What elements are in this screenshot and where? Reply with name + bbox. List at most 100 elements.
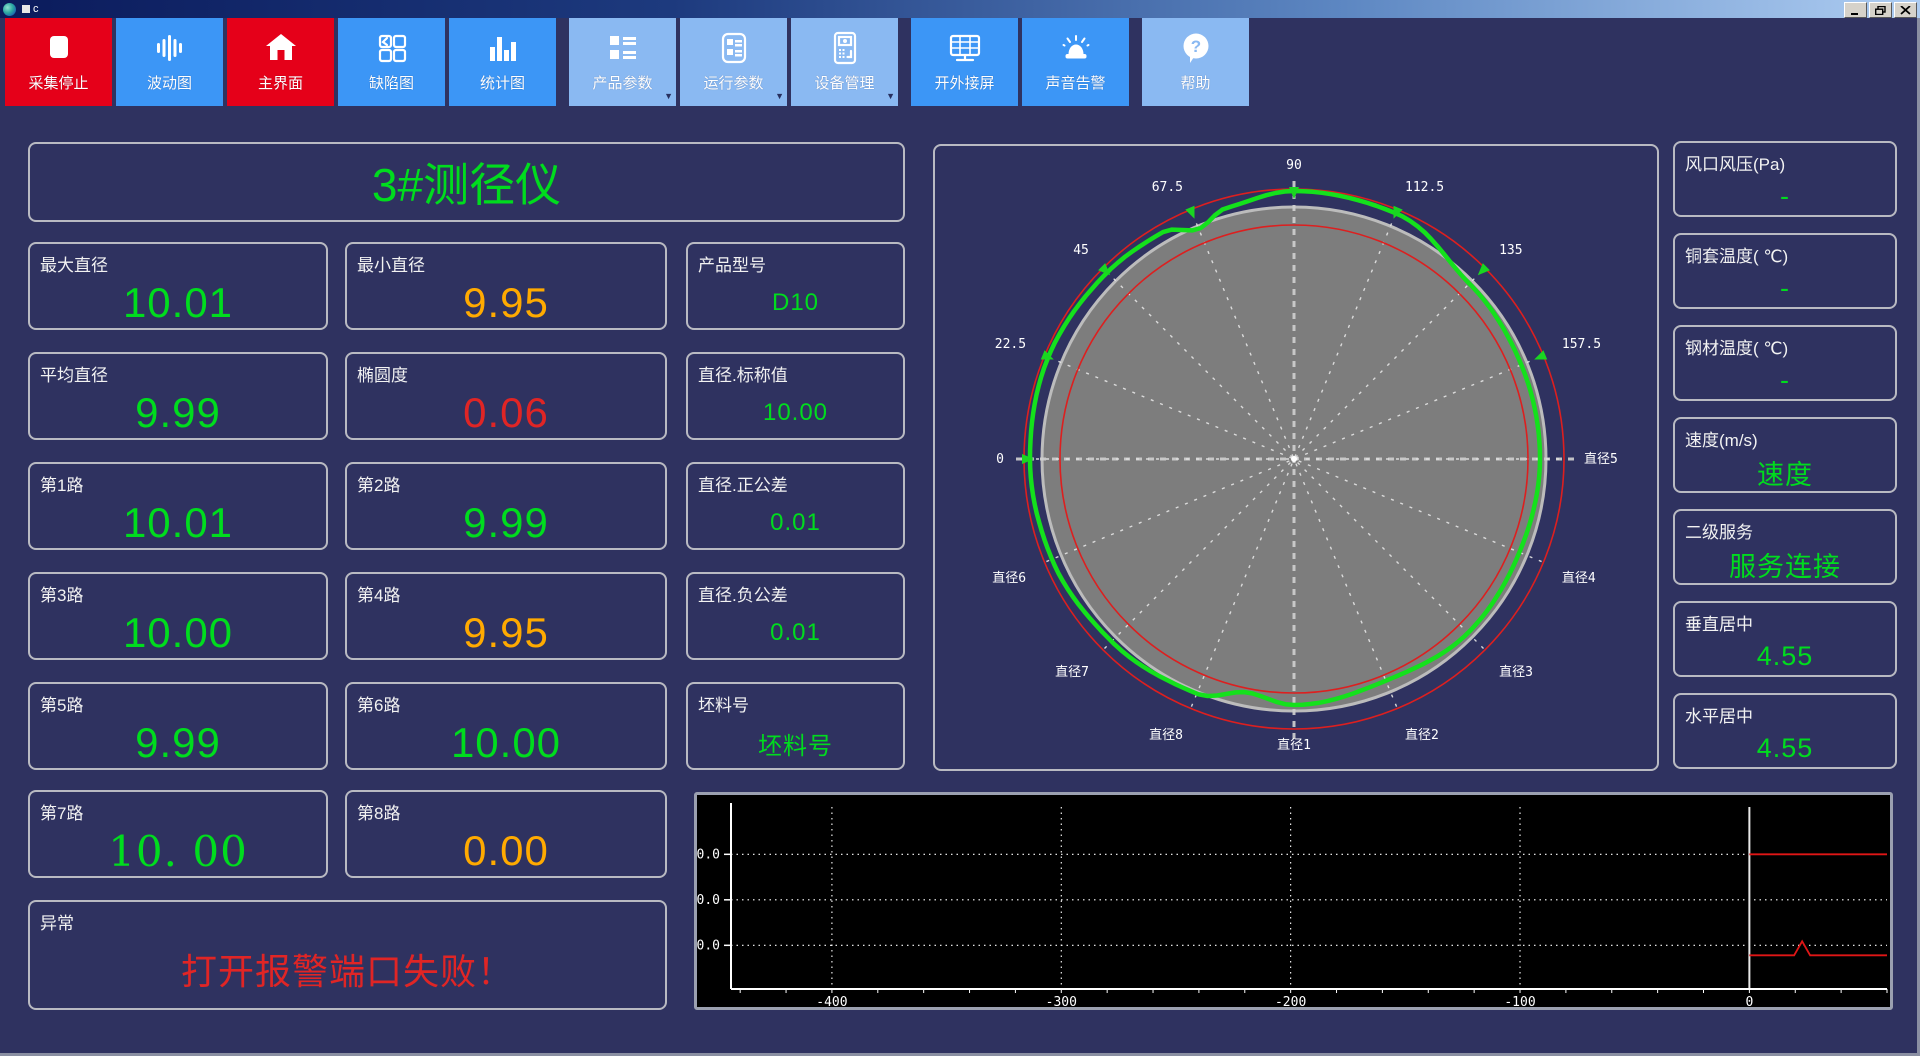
- setting-r1-panel: 产品型号 D10: [686, 242, 905, 330]
- metric-c1r3-label: 第1路: [40, 476, 84, 495]
- metric-c2r4-panel: 第4路 9.95: [345, 572, 667, 660]
- trend-x-tick-label: 0: [1745, 995, 1753, 1007]
- polar-spoke-label: 直径2: [1405, 728, 1439, 743]
- toolbar-button-label: 统计图: [479, 75, 525, 92]
- polar-spoke-label: 157.5: [1562, 337, 1601, 352]
- trend-x-tick-label: -200: [1275, 995, 1306, 1007]
- polar-plot-panel: 0 22.5 45 67.5 90 112.5 135 157.5 直径5 直径4 直径3 直径2 直径…: [933, 144, 1659, 771]
- toolbar-button-label: 采集停止: [28, 75, 89, 92]
- polar-spoke-label: 直径7: [1055, 665, 1089, 680]
- toolbar-run-params-button[interactable]: 运行参数 ▼: [680, 18, 787, 106]
- toolbar-defect-grid-button[interactable]: 缺陷图: [338, 18, 445, 106]
- status-r5-value: 服务连接: [1729, 551, 1841, 582]
- setting-r2-value: 10.00: [762, 399, 829, 426]
- status-r2-panel: 铜套温度( ℃) -: [1673, 233, 1897, 309]
- metric-c1r4-label: 第3路: [40, 586, 84, 605]
- toolbar-button-label: 帮助: [1180, 75, 1211, 92]
- status-r7-label: 水平居中: [1685, 707, 1753, 726]
- metric-c2r2-label: 椭圆度: [357, 366, 408, 385]
- svg-text:?: ?: [1190, 37, 1200, 56]
- close-icon: [1900, 5, 1911, 15]
- defect-grid-icon: [373, 26, 411, 70]
- metric-c2r3-value: 9.99: [463, 499, 549, 546]
- setting-r4-label: 直径.负公差: [698, 586, 788, 605]
- dropdown-arrow-icon[interactable]: ▼: [664, 91, 673, 101]
- polar-spoke-label: 135: [1499, 243, 1522, 258]
- setting-r3-value: 0.01: [770, 509, 821, 536]
- polar-spoke-label: 45: [1073, 243, 1089, 258]
- toolbar-button-label: 主界面: [257, 75, 303, 92]
- restore-icon: [1875, 5, 1886, 15]
- toolbar-help-button[interactable]: ? 帮助: [1142, 18, 1249, 106]
- metric-c2r3-label: 第2路: [357, 476, 401, 495]
- status-r1-panel: 风口风压(Pa) -: [1673, 141, 1897, 217]
- polar-plot: 0 22.5 45 67.5 90 112.5 135 157.5 直径5 直径4 直径3 直径2 直径…: [992, 158, 1618, 753]
- metric-c2r1-value: 9.95: [463, 279, 549, 326]
- trend-x-tick-label: -300: [1046, 995, 1077, 1007]
- application-window: c 采集停止 波动图 主界面 缺陷图 统计图 产品参数 ▼ 运行参数 ▼ 设备管理 ▼ 开外接屏 声音告…: [0, 0, 1920, 1056]
- status-r1-value: -: [1780, 180, 1790, 211]
- restore-button[interactable]: [1869, 2, 1892, 18]
- status-r2-value: -: [1780, 272, 1790, 303]
- stop-icon: [40, 26, 78, 70]
- metric-c2r6-value: 0.00: [463, 827, 549, 874]
- toolbar-button-label: 运行参数: [703, 75, 764, 92]
- metric-c2r5-panel: 第6路 10.00: [345, 682, 667, 770]
- toolbar-stop-button[interactable]: 采集停止: [5, 18, 112, 106]
- toolbar-external-screen-button[interactable]: 开外接屏: [911, 18, 1018, 106]
- polar-spoke-label: 22.5: [995, 337, 1026, 352]
- bar-chart-icon: [484, 26, 522, 70]
- trend-y-tick-label: 10.0: [697, 893, 720, 908]
- metric-c1r4-value: 10.00: [122, 609, 234, 656]
- metric-c1r3-value: 10.01: [122, 499, 234, 546]
- status-r2-label: 铜套温度( ℃): [1685, 247, 1789, 266]
- dropdown-arrow-icon[interactable]: ▼: [775, 91, 784, 101]
- metric-c1r6-label: 第7路: [40, 804, 84, 823]
- dropdown-arrow-icon[interactable]: ▼: [886, 91, 895, 101]
- status-r7-panel: 水平居中 4.55: [1673, 693, 1897, 769]
- app-logo-icon: [3, 2, 16, 16]
- status-r4-panel: 速度(m/s) 速度: [1673, 417, 1897, 493]
- trend-chart: 10.0 10.0 10.0 -400 -300 -200 -100 0: [689, 803, 1888, 1010]
- metric-c1r6-panel: 第7路 10. 00: [28, 790, 328, 878]
- waveform-icon: [151, 26, 189, 70]
- toolbar-device-manage-button[interactable]: 设备管理 ▼: [791, 18, 898, 106]
- status-r7-value: 4.55: [1756, 732, 1814, 763]
- status-r5-panel: 二级服务 服务连接: [1673, 509, 1897, 585]
- polar-spoke-label: 直径5: [1584, 452, 1618, 467]
- polar-spoke-label: 直径6: [992, 571, 1026, 586]
- metric-c1r2-panel: 平均直径 9.99: [28, 352, 328, 440]
- close-button[interactable]: [1894, 2, 1917, 18]
- setting-r3-label: 直径.正公差: [698, 476, 788, 495]
- minimize-icon: [1851, 12, 1858, 15]
- polar-spoke-label: 直径1: [1277, 738, 1311, 753]
- home-icon: [262, 26, 300, 70]
- setting-r2-panel: 直径.标称值 10.00: [686, 352, 905, 440]
- window-title: c: [33, 3, 39, 15]
- status-r6-label: 垂直居中: [1685, 615, 1753, 634]
- polar-spoke-label: 直径3: [1499, 665, 1533, 680]
- polar-spoke-label: 112.5: [1405, 180, 1444, 195]
- polar-spoke-label: 67.5: [1152, 180, 1183, 195]
- toolbar-product-params-button[interactable]: 产品参数 ▼: [569, 18, 676, 106]
- polar-spoke-label: 90: [1286, 158, 1302, 173]
- alarm-panel: 异常 打开报警端口失败！: [28, 900, 667, 1010]
- product-params-icon: [604, 26, 642, 70]
- setting-r4-panel: 直径.负公差 0.01: [686, 572, 905, 660]
- metric-c1r5-label: 第5路: [40, 696, 84, 715]
- trend-chart-panel: 10.0 10.0 10.0 -400 -300 -200 -100 0: [689, 792, 1893, 1010]
- toolbar-waveform-button[interactable]: 波动图: [116, 18, 223, 106]
- toolbar-bar-chart-button[interactable]: 统计图: [449, 18, 556, 106]
- metric-c1r4-panel: 第3路 10.00: [28, 572, 328, 660]
- status-r6-value: 4.55: [1756, 640, 1814, 671]
- trend-x-tick-label: -400: [816, 995, 847, 1007]
- polar-spoke-label: 0: [996, 452, 1004, 467]
- polar-spoke-label: 直径8: [1149, 728, 1183, 743]
- minimize-button[interactable]: [1844, 2, 1867, 18]
- setting-r5-value: 坯料号: [758, 732, 833, 760]
- window-controls: [1844, 2, 1917, 18]
- toolbar-home-button[interactable]: 主界面: [227, 18, 334, 106]
- run-params-icon: [715, 26, 753, 70]
- toolbar-sound-alarm-button[interactable]: 声音告警: [1022, 18, 1129, 106]
- status-r6-panel: 垂直居中 4.55: [1673, 601, 1897, 677]
